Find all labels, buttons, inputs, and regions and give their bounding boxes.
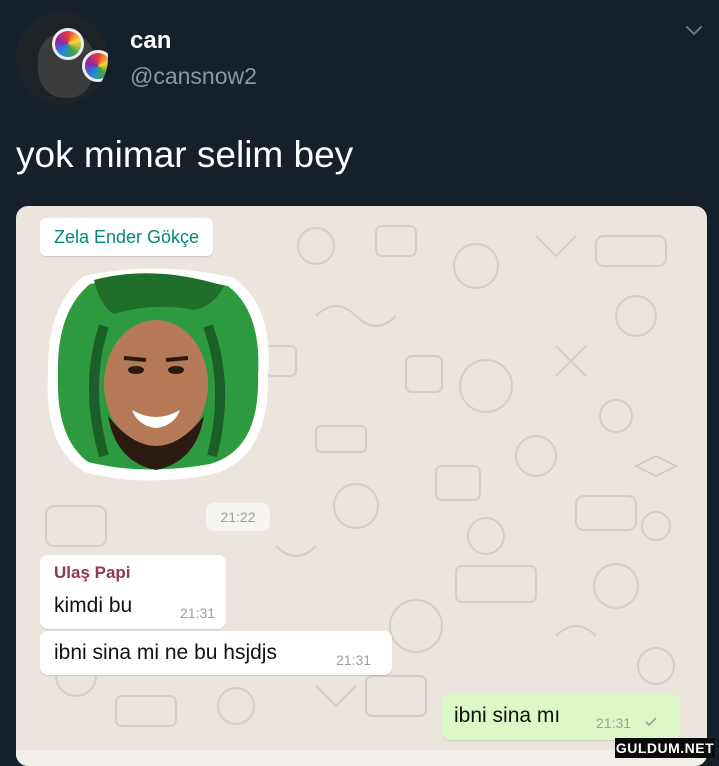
message-time: 21:31 <box>596 715 632 731</box>
sticker-image[interactable] <box>44 266 272 482</box>
message-time: 21:31 <box>180 605 216 621</box>
author-handle[interactable]: @cansnow2 <box>130 63 257 90</box>
message-sender-name: Ulaş Papi <box>54 563 131 582</box>
message-text: ibni sina mı <box>454 704 561 727</box>
outgoing-message[interactable]: ibni sina mı 21:31 <box>442 694 680 740</box>
avatar[interactable] <box>16 12 108 104</box>
chat-input-bar <box>16 750 707 766</box>
incoming-message[interactable]: ibni sina mi ne bu hsjdjs 21:31 <box>40 631 392 675</box>
watermark: GULDUM.NET <box>615 738 715 758</box>
incoming-message[interactable]: Ulaş Papi kimdi bu 21:31 <box>40 555 226 629</box>
rainbow-glasses-icon <box>82 50 108 82</box>
message-text: kimdi bu <box>54 594 133 617</box>
author-name[interactable]: can <box>130 27 171 55</box>
chevron-down-icon[interactable] <box>684 24 704 38</box>
message-text: ibni sina mi ne bu hsjdjs <box>54 641 277 664</box>
sticker-sender-name: Zela Ender Gökçe <box>40 218 214 256</box>
single-check-icon <box>645 717 657 727</box>
rainbow-glasses-icon <box>52 28 84 60</box>
sticker-timestamp: 21:22 <box>206 503 270 531</box>
tweet-image-card[interactable]: Zela Ender Gökçe 21:22 Ulaş Papi kimdi b… <box>16 206 707 766</box>
message-time: 21:31 <box>336 652 372 668</box>
tweet-text: yok mimar selim bey <box>16 134 354 175</box>
